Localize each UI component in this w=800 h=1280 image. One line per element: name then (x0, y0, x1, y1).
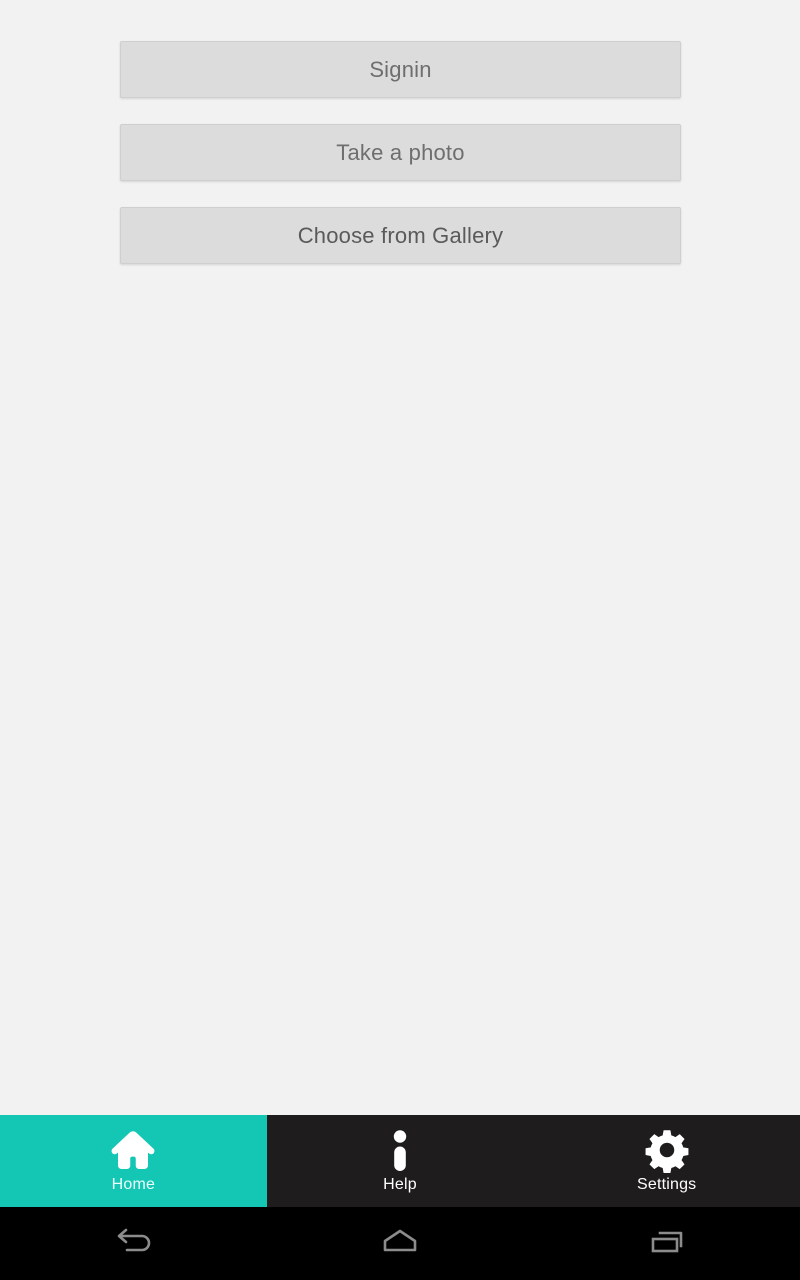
signin-button[interactable]: Signin (120, 41, 681, 98)
system-recents-button[interactable] (533, 1207, 800, 1280)
home-icon (373, 1221, 427, 1266)
main-content: Signin Take a photo Choose from Gallery (0, 0, 800, 1115)
system-home-button[interactable] (267, 1207, 534, 1280)
home-icon (108, 1127, 158, 1173)
tab-help[interactable]: Help (267, 1115, 534, 1207)
take-a-photo-button[interactable]: Take a photo (120, 124, 681, 181)
back-icon (106, 1221, 160, 1266)
tab-home[interactable]: Home (0, 1115, 267, 1207)
recents-icon (640, 1221, 694, 1266)
gear-icon (642, 1127, 692, 1174)
choose-from-gallery-button[interactable]: Choose from Gallery (120, 207, 681, 264)
android-system-nav-bar (0, 1207, 800, 1280)
action-button-stack: Signin Take a photo Choose from Gallery (120, 41, 681, 264)
system-back-button[interactable] (0, 1207, 267, 1280)
bottom-tab-bar: Home Help Settings (0, 1115, 800, 1207)
tab-settings-label: Settings (636, 1176, 697, 1193)
tab-settings[interactable]: Settings (533, 1115, 800, 1207)
info-icon (375, 1127, 425, 1173)
app-root: Signin Take a photo Choose from Gallery … (0, 0, 800, 1280)
tab-home-label: Home (111, 1176, 156, 1193)
tab-help-label: Help (383, 1176, 417, 1193)
